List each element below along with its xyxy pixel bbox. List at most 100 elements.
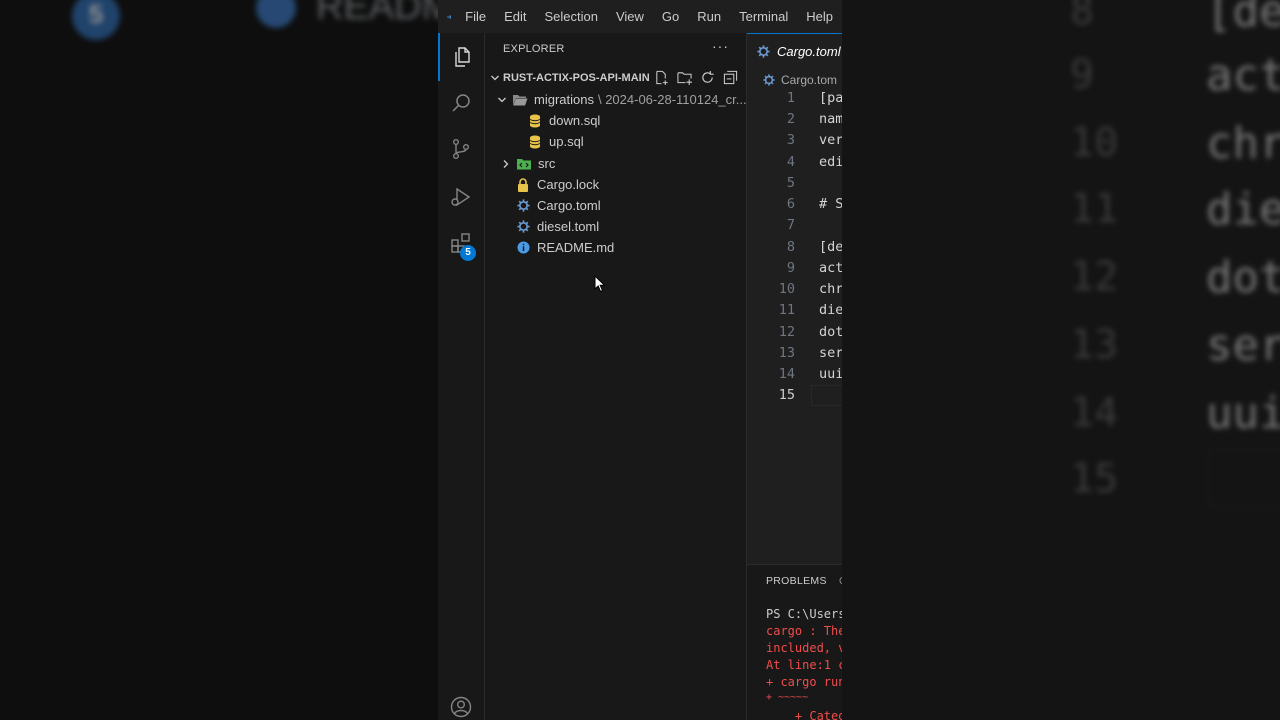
- bg-line-number: 15: [1070, 456, 1119, 502]
- explorer-activity-button[interactable]: [438, 33, 484, 81]
- tree-folder-src[interactable]: src: [485, 153, 761, 174]
- search-activity-button[interactable]: [438, 79, 484, 127]
- code-text: ver: [819, 132, 842, 148]
- terminal-line: included, v: [766, 641, 842, 655]
- tab-problems[interactable]: PROBLEMS: [766, 575, 827, 587]
- tree-item-label: README.md: [537, 240, 615, 255]
- breadcrumb-file: Cargo.tom: [781, 73, 838, 87]
- tree-file-cargo-lock[interactable]: Cargo.lock: [485, 174, 776, 195]
- menu-edit[interactable]: Edit: [495, 0, 535, 33]
- bg-line-text: uui: [1206, 388, 1280, 439]
- explorer-title: EXPLORER: [503, 43, 565, 55]
- menu-file[interactable]: File: [465, 0, 495, 33]
- gear-icon: [515, 219, 531, 235]
- tab-cargo-toml[interactable]: Cargo.toml: [747, 33, 842, 69]
- new-folder-icon: [676, 71, 692, 85]
- tree-file-up-sql[interactable]: up.sql: [485, 131, 788, 152]
- bg-line-text: act: [1206, 50, 1280, 101]
- bg-line-text: dot: [1206, 252, 1280, 303]
- code-line-current: 15: [747, 385, 842, 406]
- chevron-right-icon: [500, 156, 512, 172]
- workspace-title: RUST-ACTIX-POS-API-MAIN: [503, 71, 650, 84]
- terminal-line: + Categ: [766, 709, 842, 720]
- menu-view[interactable]: View: [607, 0, 653, 33]
- code-line: 8 [de: [747, 237, 842, 258]
- current-line-highlight: [811, 385, 842, 406]
- bg-line-text: [de: [1206, 0, 1280, 37]
- new-file-button[interactable]: [653, 69, 669, 85]
- menu-selection[interactable]: Selection: [535, 0, 606, 33]
- bg-line-number: 13: [1070, 322, 1119, 368]
- line-number: 10: [778, 281, 795, 297]
- tree-item-subpath: \ 2024-06-28-110124_cr...: [597, 92, 747, 107]
- code-line: 5: [747, 173, 842, 194]
- database-icon: [527, 113, 543, 129]
- terminal-line: + cargo run: [766, 675, 842, 689]
- terminal-line: At line:1 c: [766, 658, 842, 672]
- extensions-activity-button[interactable]: 5: [438, 219, 484, 267]
- bottom-panel: PROBLEMS O PS C:\Users cargo : The inclu…: [747, 564, 842, 720]
- tree-item-label: migrations: [534, 92, 594, 107]
- files-icon: [455, 47, 470, 67]
- tree-file-down-sql[interactable]: down.sql: [485, 110, 788, 131]
- tree-file-cargo-toml[interactable]: Cargo.toml: [485, 195, 776, 216]
- tree-file-diesel-toml[interactable]: diesel.toml: [485, 216, 776, 237]
- bg-line-number: 12: [1070, 254, 1119, 300]
- more-actions-button[interactable]: ···: [712, 38, 729, 54]
- src-folder-icon: [516, 156, 532, 172]
- code-line: 3 ver: [747, 130, 842, 151]
- terminal-line: PS C:\Users: [766, 607, 842, 621]
- menu-run[interactable]: Run: [688, 0, 730, 33]
- gear-icon: [757, 45, 770, 58]
- source-control-activity-button[interactable]: [438, 125, 484, 173]
- menu-help[interactable]: Help: [797, 0, 842, 33]
- editor-area: Cargo.toml Cargo.tom 1 [pa 2 nam 3 ver 4 edi…: [746, 33, 842, 720]
- new-folder-button[interactable]: [676, 69, 692, 85]
- editor-tab-bar: Cargo.toml: [747, 33, 842, 69]
- refresh-explorer-button[interactable]: [699, 69, 715, 85]
- extensions-badge: 5: [460, 245, 476, 261]
- explorer-sidebar: EXPLORER ··· RUST-ACTIX-POS-API-MAIN mig…: [485, 33, 747, 720]
- run-debug-activity-button[interactable]: [438, 173, 484, 221]
- code-text: edi: [819, 154, 842, 170]
- bg-line-number: 9: [1070, 52, 1095, 98]
- menu-go[interactable]: Go: [653, 0, 688, 33]
- bg-badge: 5: [72, 0, 120, 40]
- code-text: act: [819, 260, 842, 276]
- line-number: 11: [778, 302, 795, 318]
- line-number: 6: [786, 196, 795, 212]
- tree-file-readme[interactable]: README.md: [485, 237, 776, 258]
- bg-info-icon: [256, 0, 296, 28]
- lock-icon: [515, 177, 531, 193]
- menu-terminal[interactable]: Terminal: [730, 0, 797, 33]
- title-bar: File Edit Selection View Go Run Terminal…: [438, 0, 842, 33]
- gear-icon: [515, 198, 531, 214]
- chevron-down-icon: [487, 73, 503, 83]
- code-line: 9 act: [747, 258, 842, 279]
- bg-readme-text: READM: [316, 0, 438, 28]
- line-number: 9: [786, 260, 795, 276]
- code-text: uui: [819, 366, 842, 382]
- code-text: nam: [819, 111, 842, 127]
- refresh-icon: [701, 70, 714, 83]
- accounts-activity-button[interactable]: [438, 683, 484, 720]
- line-number: 8: [786, 239, 795, 255]
- code-line: 10 chr: [747, 279, 842, 300]
- workspace-section-header[interactable]: RUST-ACTIX-POS-API-MAIN: [485, 67, 746, 88]
- account-icon: [450, 696, 472, 718]
- code-line: 4 edi: [747, 152, 842, 173]
- line-number: 15: [778, 387, 795, 403]
- code-line: 1 [pa: [747, 88, 842, 109]
- line-number: 14: [778, 366, 795, 382]
- code-line: 14 uui: [747, 364, 842, 385]
- terminal-line: + ~~~~~: [766, 692, 809, 703]
- tab-output[interactable]: O: [839, 575, 842, 587]
- vscode-window: File Edit Selection View Go Run Terminal…: [438, 0, 842, 720]
- bg-line-number: 14: [1070, 390, 1119, 436]
- new-file-icon: [655, 70, 668, 85]
- tree-folder-migrations[interactable]: migrations \ 2024-06-28-110124_cr...: [485, 89, 757, 110]
- source-control-icon: [452, 139, 469, 160]
- collapse-all-button[interactable]: [722, 69, 738, 85]
- line-number: 2: [786, 111, 795, 127]
- tree-item-label: src: [538, 156, 556, 171]
